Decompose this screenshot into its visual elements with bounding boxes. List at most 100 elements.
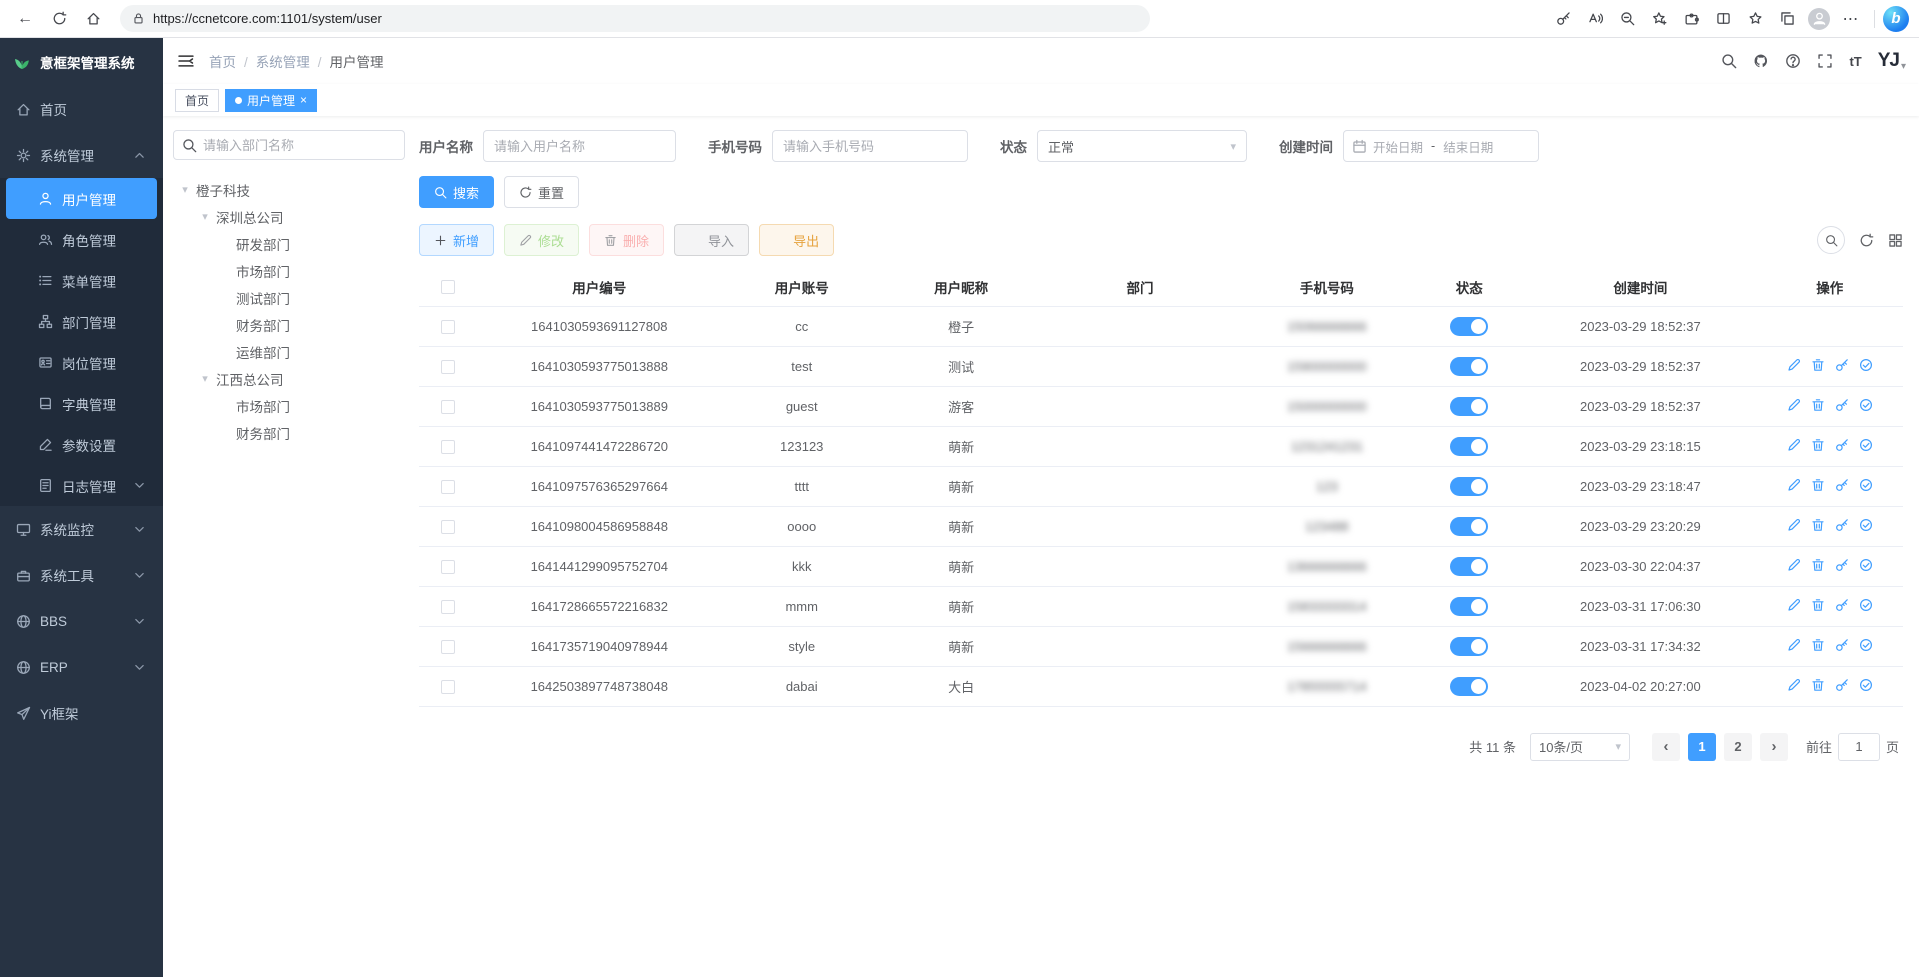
sidebar-item-3[interactable]: 系统工具	[0, 552, 163, 598]
github-icon[interactable]	[1753, 53, 1769, 69]
status-toggle[interactable]	[1450, 637, 1488, 656]
delete-icon[interactable]	[1811, 638, 1825, 652]
tree-node[interactable]: 研发部门	[173, 230, 405, 257]
tree-node[interactable]: 测试部门	[173, 284, 405, 311]
reset-password-icon[interactable]	[1835, 638, 1849, 652]
table-row[interactable]: 1641030593691127808cc橙子150666666662023-0…	[419, 306, 1903, 346]
tree-node[interactable]: 市场部门	[173, 257, 405, 284]
status-toggle[interactable]	[1450, 357, 1488, 376]
assign-role-icon[interactable]	[1859, 518, 1873, 532]
sidebar-subitem-0[interactable]: 用户管理	[6, 178, 157, 219]
breadcrumb-system[interactable]: 系统管理	[256, 51, 322, 71]
table-row[interactable]: 1641441299095752704kkk萌新136666666662023-…	[419, 546, 1903, 586]
sidebar-subitem-1[interactable]: 角色管理	[0, 219, 163, 260]
tree-node[interactable]: ▾深圳总公司	[173, 203, 405, 230]
date-range-picker[interactable]: 开始日期 - 结束日期	[1343, 130, 1539, 162]
status-toggle[interactable]	[1450, 317, 1488, 336]
edit-icon[interactable]	[1787, 398, 1801, 412]
table-row[interactable]: 1642503897748738048dabai大白17855555714202…	[419, 666, 1903, 706]
password-key-icon[interactable]	[1548, 4, 1578, 34]
status-toggle[interactable]	[1450, 437, 1488, 456]
status-toggle[interactable]	[1450, 557, 1488, 576]
favorite-add-icon[interactable]	[1644, 4, 1674, 34]
sidebar-item-0[interactable]: 首页	[0, 86, 163, 132]
tree-node[interactable]: 财务部门	[173, 311, 405, 338]
table-row[interactable]: 1641097441472286720123123萌新1231241231202…	[419, 426, 1903, 466]
assign-role-icon[interactable]	[1859, 638, 1873, 652]
goto-page-input[interactable]	[1838, 733, 1880, 761]
reset-password-icon[interactable]	[1835, 518, 1849, 532]
row-checkbox[interactable]	[441, 320, 455, 334]
app-logo[interactable]: 意框架管理系统	[0, 38, 163, 86]
reset-password-icon[interactable]	[1835, 478, 1849, 492]
page-button-2[interactable]: 2	[1724, 733, 1752, 761]
sidebar-item-6[interactable]: Yi框架	[0, 690, 163, 736]
edit-button[interactable]: 修改	[504, 224, 579, 256]
caret-down-icon[interactable]: ▾	[197, 372, 213, 385]
username-input[interactable]	[483, 130, 676, 162]
sidebar-subitem-4[interactable]: 岗位管理	[0, 342, 163, 383]
reset-password-icon[interactable]	[1835, 438, 1849, 452]
add-button[interactable]: 新增	[419, 224, 494, 256]
font-size-icon[interactable]: tT	[1849, 54, 1861, 69]
delete-button[interactable]: 删除	[589, 224, 664, 256]
collapse-sidebar-icon[interactable]	[177, 52, 195, 70]
browser-refresh-button[interactable]	[44, 4, 74, 34]
row-checkbox[interactable]	[441, 680, 455, 694]
assign-role-icon[interactable]	[1859, 358, 1873, 372]
select-all-checkbox[interactable]	[441, 280, 455, 294]
row-checkbox[interactable]	[441, 640, 455, 654]
next-page-button[interactable]: ›	[1760, 733, 1788, 761]
sidebar-item-5[interactable]: ERP	[0, 644, 163, 690]
tree-node[interactable]: 市场部门	[173, 392, 405, 419]
tree-node[interactable]: 财务部门	[173, 419, 405, 446]
edit-icon[interactable]	[1787, 518, 1801, 532]
sidebar-subitem-2[interactable]: 菜单管理	[0, 260, 163, 301]
row-checkbox[interactable]	[441, 520, 455, 534]
row-checkbox[interactable]	[441, 560, 455, 574]
table-row[interactable]: 1641728665572216832mmm萌新158333333142023-…	[419, 586, 1903, 626]
extensions-icon[interactable]	[1676, 4, 1706, 34]
caret-down-icon[interactable]: ▾	[197, 210, 213, 223]
sidebar-item-2[interactable]: 系统监控	[0, 506, 163, 552]
delete-icon[interactable]	[1811, 398, 1825, 412]
browser-home-button[interactable]	[78, 4, 108, 34]
reset-button[interactable]: 重置	[504, 176, 579, 208]
row-checkbox[interactable]	[441, 440, 455, 454]
sidebar-subitem-3[interactable]: 部门管理	[0, 301, 163, 342]
assign-role-icon[interactable]	[1859, 678, 1873, 692]
browser-back-button[interactable]: ←	[10, 4, 40, 34]
status-toggle[interactable]	[1450, 597, 1488, 616]
delete-icon[interactable]	[1811, 358, 1825, 372]
status-toggle[interactable]	[1450, 397, 1488, 416]
reset-password-icon[interactable]	[1835, 398, 1849, 412]
delete-icon[interactable]	[1811, 478, 1825, 492]
export-button[interactable]: 导出	[759, 224, 834, 256]
favorites-bar-icon[interactable]	[1740, 4, 1770, 34]
address-bar[interactable]: https://ccnetcore.com:1101/system/user	[120, 5, 1150, 32]
edit-icon[interactable]	[1787, 358, 1801, 372]
reset-password-icon[interactable]	[1835, 598, 1849, 612]
status-select[interactable]: 正常 ▾	[1037, 130, 1247, 162]
status-toggle[interactable]	[1450, 477, 1488, 496]
split-screen-icon[interactable]	[1708, 4, 1738, 34]
breadcrumb-home[interactable]: 首页	[209, 51, 248, 71]
assign-role-icon[interactable]	[1859, 478, 1873, 492]
sidebar-subitem-5[interactable]: 字典管理	[0, 383, 163, 424]
edit-icon[interactable]	[1787, 598, 1801, 612]
tab-user-management[interactable]: 用户管理 ×	[225, 89, 317, 112]
delete-icon[interactable]	[1811, 558, 1825, 572]
tab-home[interactable]: 首页	[175, 89, 219, 112]
assign-role-icon[interactable]	[1859, 398, 1873, 412]
sidebar-subitem-7[interactable]: 日志管理	[0, 465, 163, 506]
reset-password-icon[interactable]	[1835, 358, 1849, 372]
prev-page-button[interactable]: ‹	[1652, 733, 1680, 761]
zoom-icon[interactable]	[1612, 4, 1642, 34]
read-aloud-icon[interactable]	[1580, 4, 1610, 34]
edit-icon[interactable]	[1787, 438, 1801, 452]
collections-icon[interactable]	[1772, 4, 1802, 34]
assign-role-icon[interactable]	[1859, 598, 1873, 612]
sidebar-subitem-6[interactable]: 参数设置	[0, 424, 163, 465]
caret-down-icon[interactable]: ▾	[177, 183, 193, 196]
sidebar-item-1[interactable]: 系统管理	[0, 132, 163, 178]
